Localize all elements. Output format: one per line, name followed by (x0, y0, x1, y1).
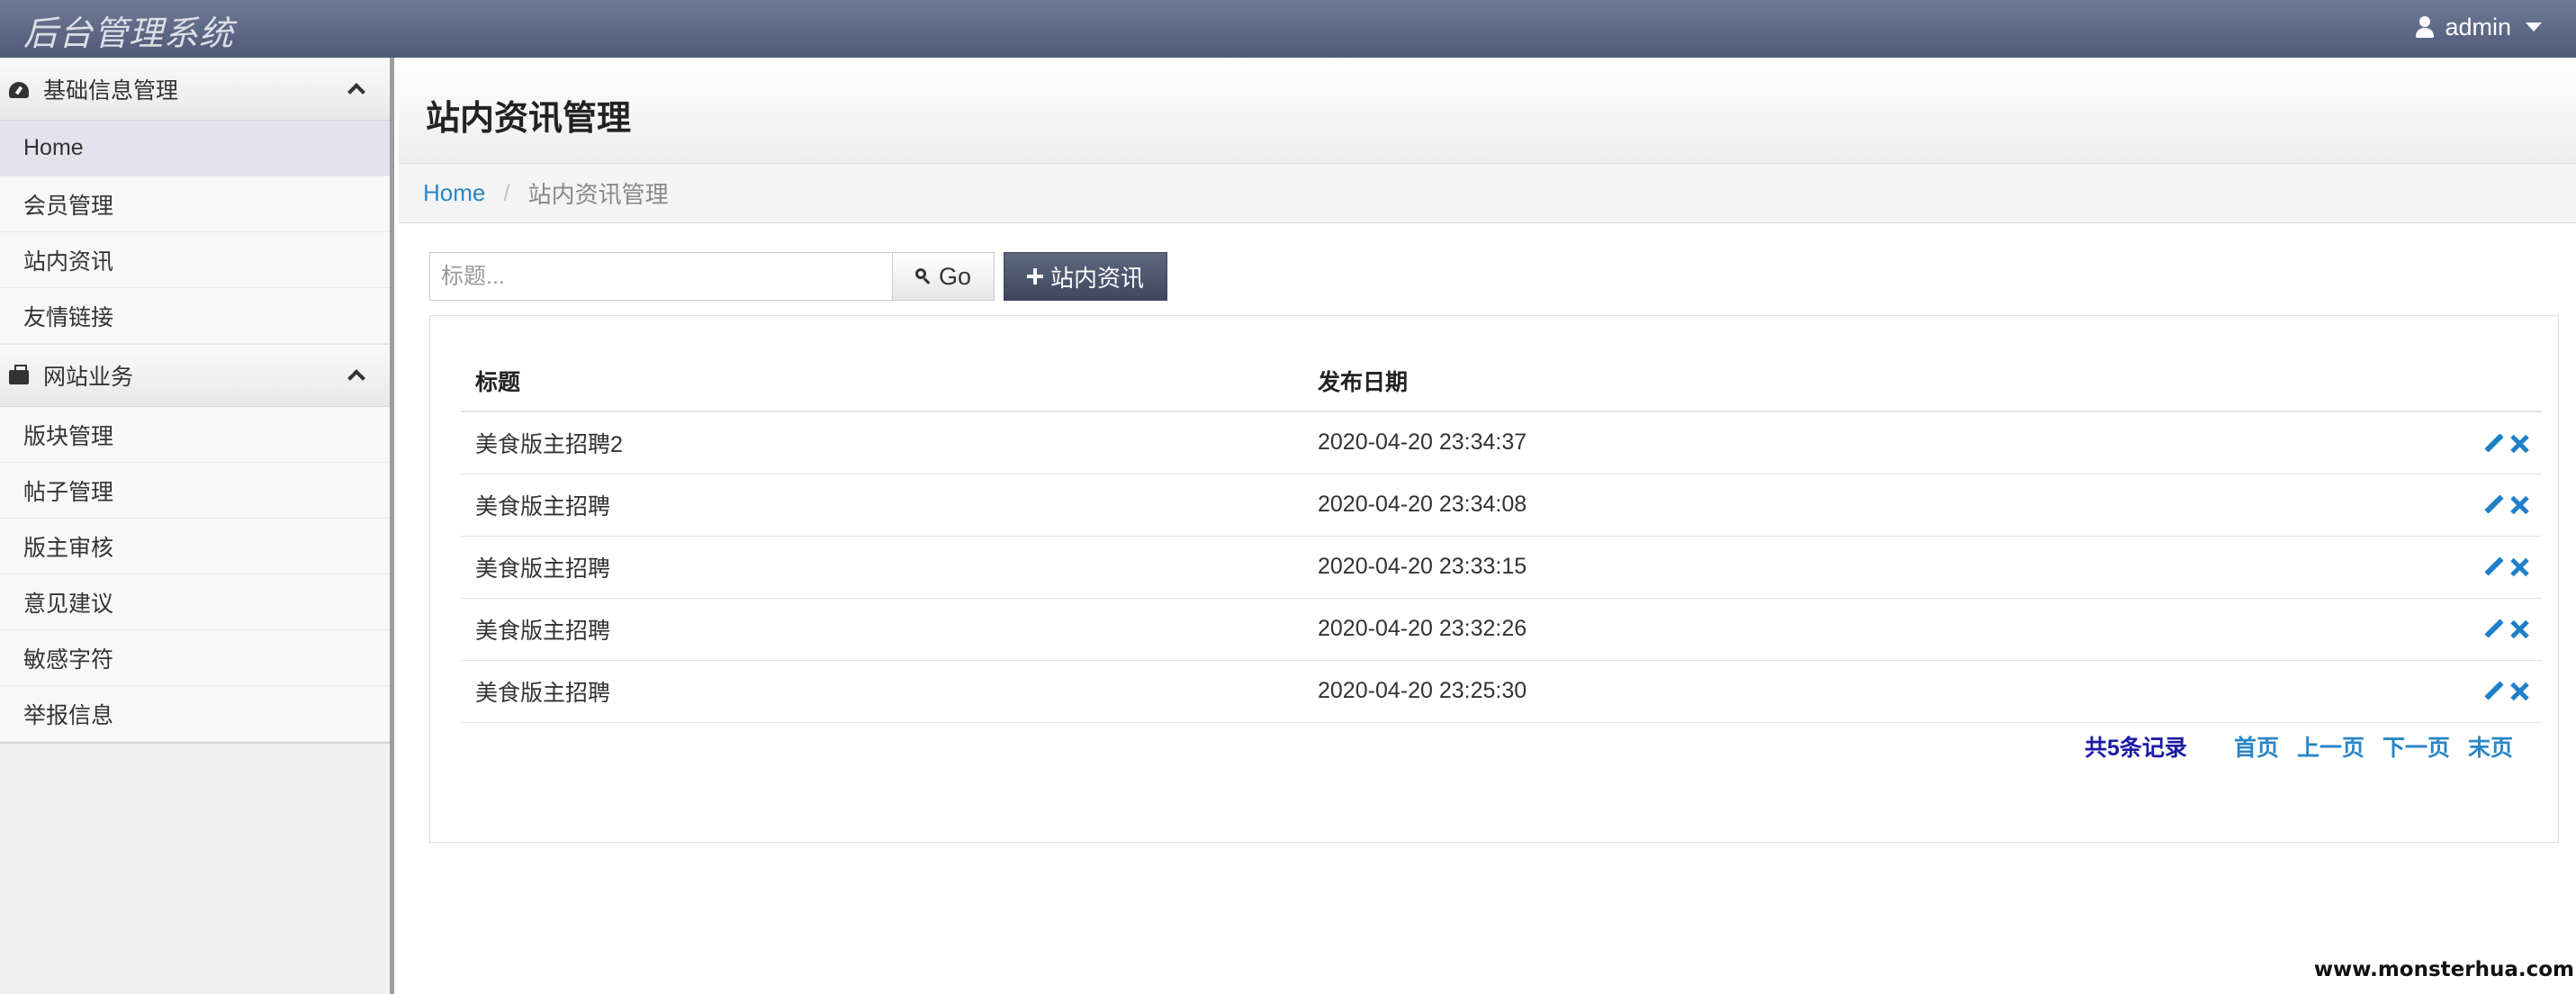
column-header-title: 标题 (461, 350, 1303, 412)
sidebar-item-moderator-review[interactable]: 版主审核 (0, 519, 390, 574)
pagination-total: 共5条记录 (2085, 736, 2187, 761)
sidebar-group-site-business[interactable]: 网站业务 (0, 344, 390, 407)
cell-actions (2293, 411, 2542, 474)
sidebar-group-label: 基础信息管理 (43, 78, 179, 104)
column-header-date: 发布日期 (1303, 350, 2293, 412)
column-header-actions (2293, 350, 2542, 412)
sidebar-divider (0, 742, 390, 744)
brand-title: 后台管理系统 (23, 14, 235, 53)
close-icon[interactable] (2509, 619, 2529, 639)
pencil-icon[interactable] (2484, 557, 2504, 577)
user-icon (2416, 16, 2435, 38)
sidebar-item-site-news[interactable]: 站内资讯 (0, 232, 390, 288)
sidebar-item-label: 敏感字符 (23, 646, 114, 673)
pagination: 共5条记录 首页 上一页 下一页 末页 (2085, 730, 2513, 763)
search-toolbar: Go 站内资讯 (429, 252, 1167, 301)
sidebar-item-label: 意见建议 (23, 591, 114, 617)
pencil-icon[interactable] (2484, 434, 2504, 454)
news-table: 标题 发布日期 美食版主招聘2 2020-04-20 23:34:37 美食版主… (461, 350, 2542, 723)
table-row: 美食版主招聘 2020-04-20 23:32:26 (461, 598, 2542, 661)
go-button[interactable]: Go (892, 252, 995, 301)
breadcrumb-separator: / (503, 179, 510, 206)
table-row: 美食版主招聘 2020-04-20 23:34:08 (461, 474, 2542, 537)
breadcrumb: Home / 站内资讯管理 (399, 164, 2576, 223)
dashboard-icon (9, 82, 29, 98)
chevron-up-icon[interactable] (347, 369, 365, 387)
user-name: admin (2445, 13, 2511, 41)
sidebar-item-label: 举报信息 (23, 702, 114, 728)
add-news-label: 站内资讯 (1049, 264, 1144, 292)
close-icon[interactable] (2509, 557, 2529, 577)
pagination-last[interactable]: 末页 (2468, 730, 2513, 763)
chevron-up-icon[interactable] (347, 83, 365, 101)
sidebar-item-members[interactable]: 会员管理 (0, 176, 390, 232)
close-icon[interactable] (2509, 682, 2529, 701)
sidebar-item-label: 版主审核 (23, 535, 114, 561)
cell-title: 美食版主招聘 (461, 536, 1303, 599)
sidebar-item-sensitive-words[interactable]: 敏感字符 (0, 630, 390, 686)
table-header-row: 标题 发布日期 (461, 350, 2542, 412)
go-label: Go (938, 262, 972, 290)
sidebar: 基础信息管理 Home 会员管理 站内资讯 友情链接 网站业务 版块管理 帖子管… (0, 58, 394, 994)
sidebar-item-label: 友情链接 (23, 304, 114, 330)
cell-actions (2293, 536, 2542, 599)
sidebar-item-label: 版块管理 (23, 423, 114, 449)
caret-down-icon (2526, 23, 2542, 32)
breadcrumb-home-link[interactable]: Home (423, 179, 485, 207)
briefcase-icon (9, 365, 29, 384)
table-row: 美食版主招聘2 2020-04-20 23:34:37 (461, 411, 2542, 474)
sidebar-item-label: 会员管理 (23, 193, 114, 219)
pagination-first[interactable]: 首页 (2234, 730, 2279, 763)
table-row: 美食版主招聘 2020-04-20 23:25:30 (461, 660, 2542, 723)
breadcrumb-current: 站内资讯管理 (527, 181, 669, 208)
cell-actions (2293, 660, 2542, 723)
pencil-icon[interactable] (2484, 495, 2504, 515)
watermark: www.monsterhua.com (2313, 958, 2574, 981)
cell-date: 2020-04-20 23:34:37 (1303, 411, 2293, 474)
sidebar-group-basic-info[interactable]: 基础信息管理 (0, 58, 390, 121)
sidebar-item-home[interactable]: Home (0, 121, 390, 176)
plus-icon (1026, 268, 1043, 285)
pagination-next[interactable]: 下一页 (2382, 730, 2450, 763)
cell-title: 美食版主招聘 (461, 660, 1303, 723)
page-header: 站内资讯管理 (399, 58, 2576, 164)
top-navbar: 后台管理系统 admin (0, 0, 2576, 58)
title-search-input[interactable] (429, 252, 892, 301)
sidebar-item-label: 帖子管理 (23, 479, 114, 505)
cell-actions (2293, 598, 2542, 661)
sidebar-item-friend-links[interactable]: 友情链接 (0, 288, 390, 344)
cell-date: 2020-04-20 23:34:08 (1303, 474, 2293, 537)
cell-date: 2020-04-20 23:25:30 (1303, 660, 2293, 723)
main-content: 站内资讯管理 Home / 站内资讯管理 Go 站内资讯 标题 发布日期 (399, 58, 2576, 994)
sidebar-item-posts[interactable]: 帖子管理 (0, 463, 390, 519)
sidebar-group-label: 网站业务 (43, 365, 134, 390)
cell-title: 美食版主招聘2 (461, 411, 1303, 474)
cell-actions (2293, 474, 2542, 537)
cell-title: 美食版主招聘 (461, 474, 1303, 537)
sidebar-item-feedback[interactable]: 意见建议 (0, 574, 390, 630)
sidebar-item-label: 站内资讯 (23, 248, 114, 275)
cell-title: 美食版主招聘 (461, 598, 1303, 661)
close-icon[interactable] (2509, 495, 2529, 515)
sidebar-item-boards[interactable]: 版块管理 (0, 407, 390, 463)
close-icon[interactable] (2509, 434, 2529, 454)
cell-date: 2020-04-20 23:32:26 (1303, 598, 2293, 661)
pagination-prev[interactable]: 上一页 (2297, 730, 2364, 763)
page-title: 站内资讯管理 (426, 100, 632, 138)
sidebar-item-label: Home (23, 135, 84, 160)
user-menu[interactable]: admin (2416, 9, 2542, 45)
pencil-icon[interactable] (2484, 619, 2504, 639)
search-icon (914, 268, 932, 285)
pencil-icon[interactable] (2484, 682, 2504, 701)
cell-date: 2020-04-20 23:33:15 (1303, 536, 2293, 599)
news-table-panel: 标题 发布日期 美食版主招聘2 2020-04-20 23:34:37 美食版主… (429, 315, 2559, 843)
add-news-button[interactable]: 站内资讯 (1004, 252, 1167, 301)
sidebar-item-reports[interactable]: 举报信息 (0, 686, 390, 742)
table-row: 美食版主招聘 2020-04-20 23:33:15 (461, 536, 2542, 599)
